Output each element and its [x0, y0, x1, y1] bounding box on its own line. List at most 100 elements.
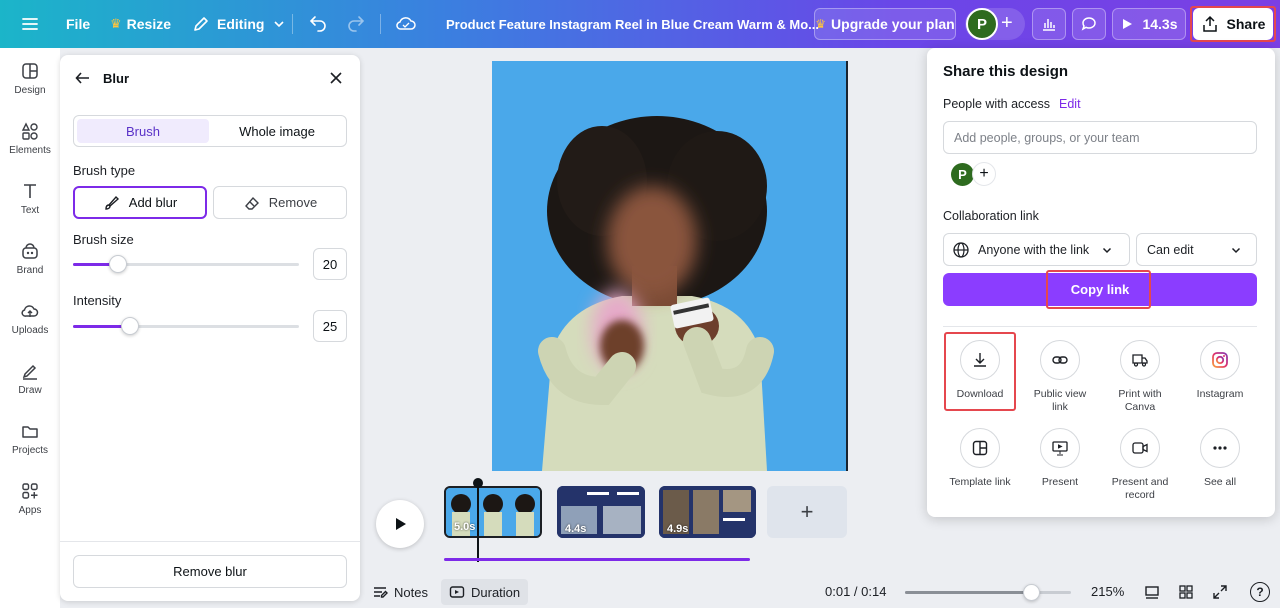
more-icon — [1213, 446, 1227, 450]
rail-item-design[interactable]: Design — [0, 48, 60, 108]
add-collaborator-icon[interactable]: + — [1001, 12, 1013, 34]
timeline-scrubber[interactable] — [444, 558, 750, 561]
pencil-icon — [194, 17, 208, 31]
edit-access-link[interactable]: Edit — [1059, 97, 1081, 111]
draw-icon — [22, 364, 37, 380]
shapes-icon — [21, 121, 38, 140]
pages-view-icon[interactable] — [1144, 584, 1160, 603]
comments-button[interactable] — [1072, 8, 1106, 40]
share-option-print-with-canva[interactable]: Print with Canva — [1100, 340, 1180, 414]
share-option-present[interactable]: Present — [1020, 428, 1100, 489]
crown-icon: ♛ — [110, 16, 122, 31]
eraser-icon — [244, 196, 259, 210]
zoom-level[interactable]: 215% — [1091, 584, 1124, 599]
link-permission-select[interactable]: Can edit — [1136, 233, 1257, 266]
duration-button[interactable]: Duration — [441, 579, 529, 605]
panel-title: Blur — [103, 71, 129, 86]
playhead[interactable] — [477, 480, 479, 562]
share-option-template-link[interactable]: Template link — [940, 428, 1020, 489]
share-button[interactable]: Share — [1193, 8, 1273, 40]
design-title[interactable]: Product Feature Instagram Reel in Blue C… — [446, 0, 819, 48]
add-person-icon[interactable]: + — [972, 162, 996, 186]
avatar[interactable]: P — [951, 163, 974, 186]
truck-icon — [1132, 354, 1148, 367]
playback-time: 0:01 / 0:14 — [825, 584, 887, 599]
brush-icon — [105, 195, 119, 210]
rail-item-elements[interactable]: Elements — [0, 108, 60, 168]
copy-link-button[interactable]: Copy link — [943, 273, 1257, 306]
cloud-save-icon[interactable] — [395, 0, 417, 48]
rail-item-text[interactable]: Text — [0, 168, 60, 228]
canvas-photo — [492, 61, 846, 471]
text-icon — [24, 183, 36, 198]
notes-button[interactable]: Notes — [372, 584, 428, 600]
toolbar-divider — [292, 14, 293, 34]
grid-view-icon[interactable] — [1178, 584, 1194, 603]
help-button[interactable]: ? — [1250, 582, 1270, 602]
collaborators-group[interactable]: P + — [965, 8, 1025, 40]
undo-button[interactable] — [308, 0, 328, 48]
brush-size-slider-handle[interactable] — [109, 255, 127, 273]
share-option-present-and-record[interactable]: Present and record — [1100, 428, 1180, 502]
cloud-upload-icon — [21, 304, 39, 317]
timeline-clip-3[interactable]: 4.9s — [659, 486, 756, 538]
resize-button[interactable]: ♛ Resize — [110, 0, 171, 48]
rail-item-uploads[interactable]: Uploads — [0, 288, 60, 348]
tab-whole-image[interactable]: Whole image — [211, 119, 343, 143]
layout-icon — [22, 62, 38, 79]
upgrade-plan-button[interactable]: ♛ Upgrade your plan — [814, 8, 956, 40]
rail-item-projects[interactable]: Projects — [0, 408, 60, 468]
close-icon[interactable] — [327, 69, 345, 92]
menu-icon[interactable] — [20, 0, 40, 48]
rail-item-brand[interactable]: Brand — [0, 228, 60, 288]
remove-brush-button[interactable]: Remove — [213, 186, 347, 219]
timeline-clip-1[interactable]: 5.0s — [444, 486, 542, 538]
editing-mode-button[interactable]: Editing — [192, 0, 286, 48]
fullscreen-icon[interactable] — [1212, 584, 1228, 603]
add-blur-button[interactable]: Add blur — [73, 186, 207, 219]
notes-icon — [374, 587, 388, 598]
share-option-download[interactable]: Download — [940, 340, 1020, 401]
rail-item-draw[interactable]: Draw — [0, 348, 60, 408]
zoom-slider-handle[interactable] — [1023, 584, 1040, 601]
clip-duration: 5.0s — [454, 521, 476, 533]
share-option-see-all[interactable]: See all — [1180, 428, 1260, 489]
file-menu[interactable]: File — [66, 0, 90, 48]
link-icon — [1052, 356, 1068, 364]
share-option-instagram[interactable]: Instagram — [1180, 340, 1260, 401]
add-people-input[interactable]: Add people, groups, or your team — [943, 121, 1257, 154]
playhead-handle[interactable] — [473, 478, 483, 488]
redo-button[interactable] — [346, 0, 366, 48]
tab-brush[interactable]: Brush — [77, 119, 209, 143]
toolbar-divider — [380, 14, 381, 34]
play-preview-button[interactable]: 14.3s — [1112, 8, 1186, 40]
intensity-slider-handle[interactable] — [121, 317, 139, 335]
brush-size-input[interactable]: 20 — [313, 248, 347, 280]
timeline-clip-2[interactable]: 4.4s — [557, 486, 645, 538]
people-with-access-label: People with access — [943, 97, 1051, 111]
back-arrow-icon[interactable] — [74, 69, 92, 92]
avatar[interactable]: P — [966, 8, 998, 40]
share-option-public-view-link[interactable]: Public view link — [1020, 340, 1100, 414]
clip-duration: 4.9s — [667, 523, 689, 535]
brand-icon — [22, 242, 38, 259]
intensity-input[interactable]: 25 — [313, 310, 347, 342]
add-page-button[interactable]: + — [767, 486, 847, 538]
top-bar: File ♛ Resize Editing Product Feature In… — [0, 0, 1280, 48]
link-access-select[interactable]: Anyone with the link — [943, 233, 1130, 266]
record-icon — [1132, 442, 1148, 454]
share-title: Share this design — [943, 63, 1069, 80]
panel-divider — [60, 541, 360, 542]
design-canvas[interactable] — [492, 61, 848, 471]
collaboration-link-label: Collaboration link — [943, 209, 1039, 223]
insights-button[interactable] — [1032, 8, 1066, 40]
present-icon — [1052, 441, 1068, 456]
zoom-slider-fill — [905, 591, 1031, 594]
remove-blur-button[interactable]: Remove blur — [73, 555, 347, 588]
rail-item-apps[interactable]: Apps — [0, 468, 60, 528]
chevron-down-icon — [1103, 247, 1112, 253]
apps-icon — [22, 482, 38, 499]
folder-icon — [22, 425, 38, 438]
comment-icon — [1081, 17, 1096, 31]
timeline-play-button[interactable] — [376, 500, 424, 548]
